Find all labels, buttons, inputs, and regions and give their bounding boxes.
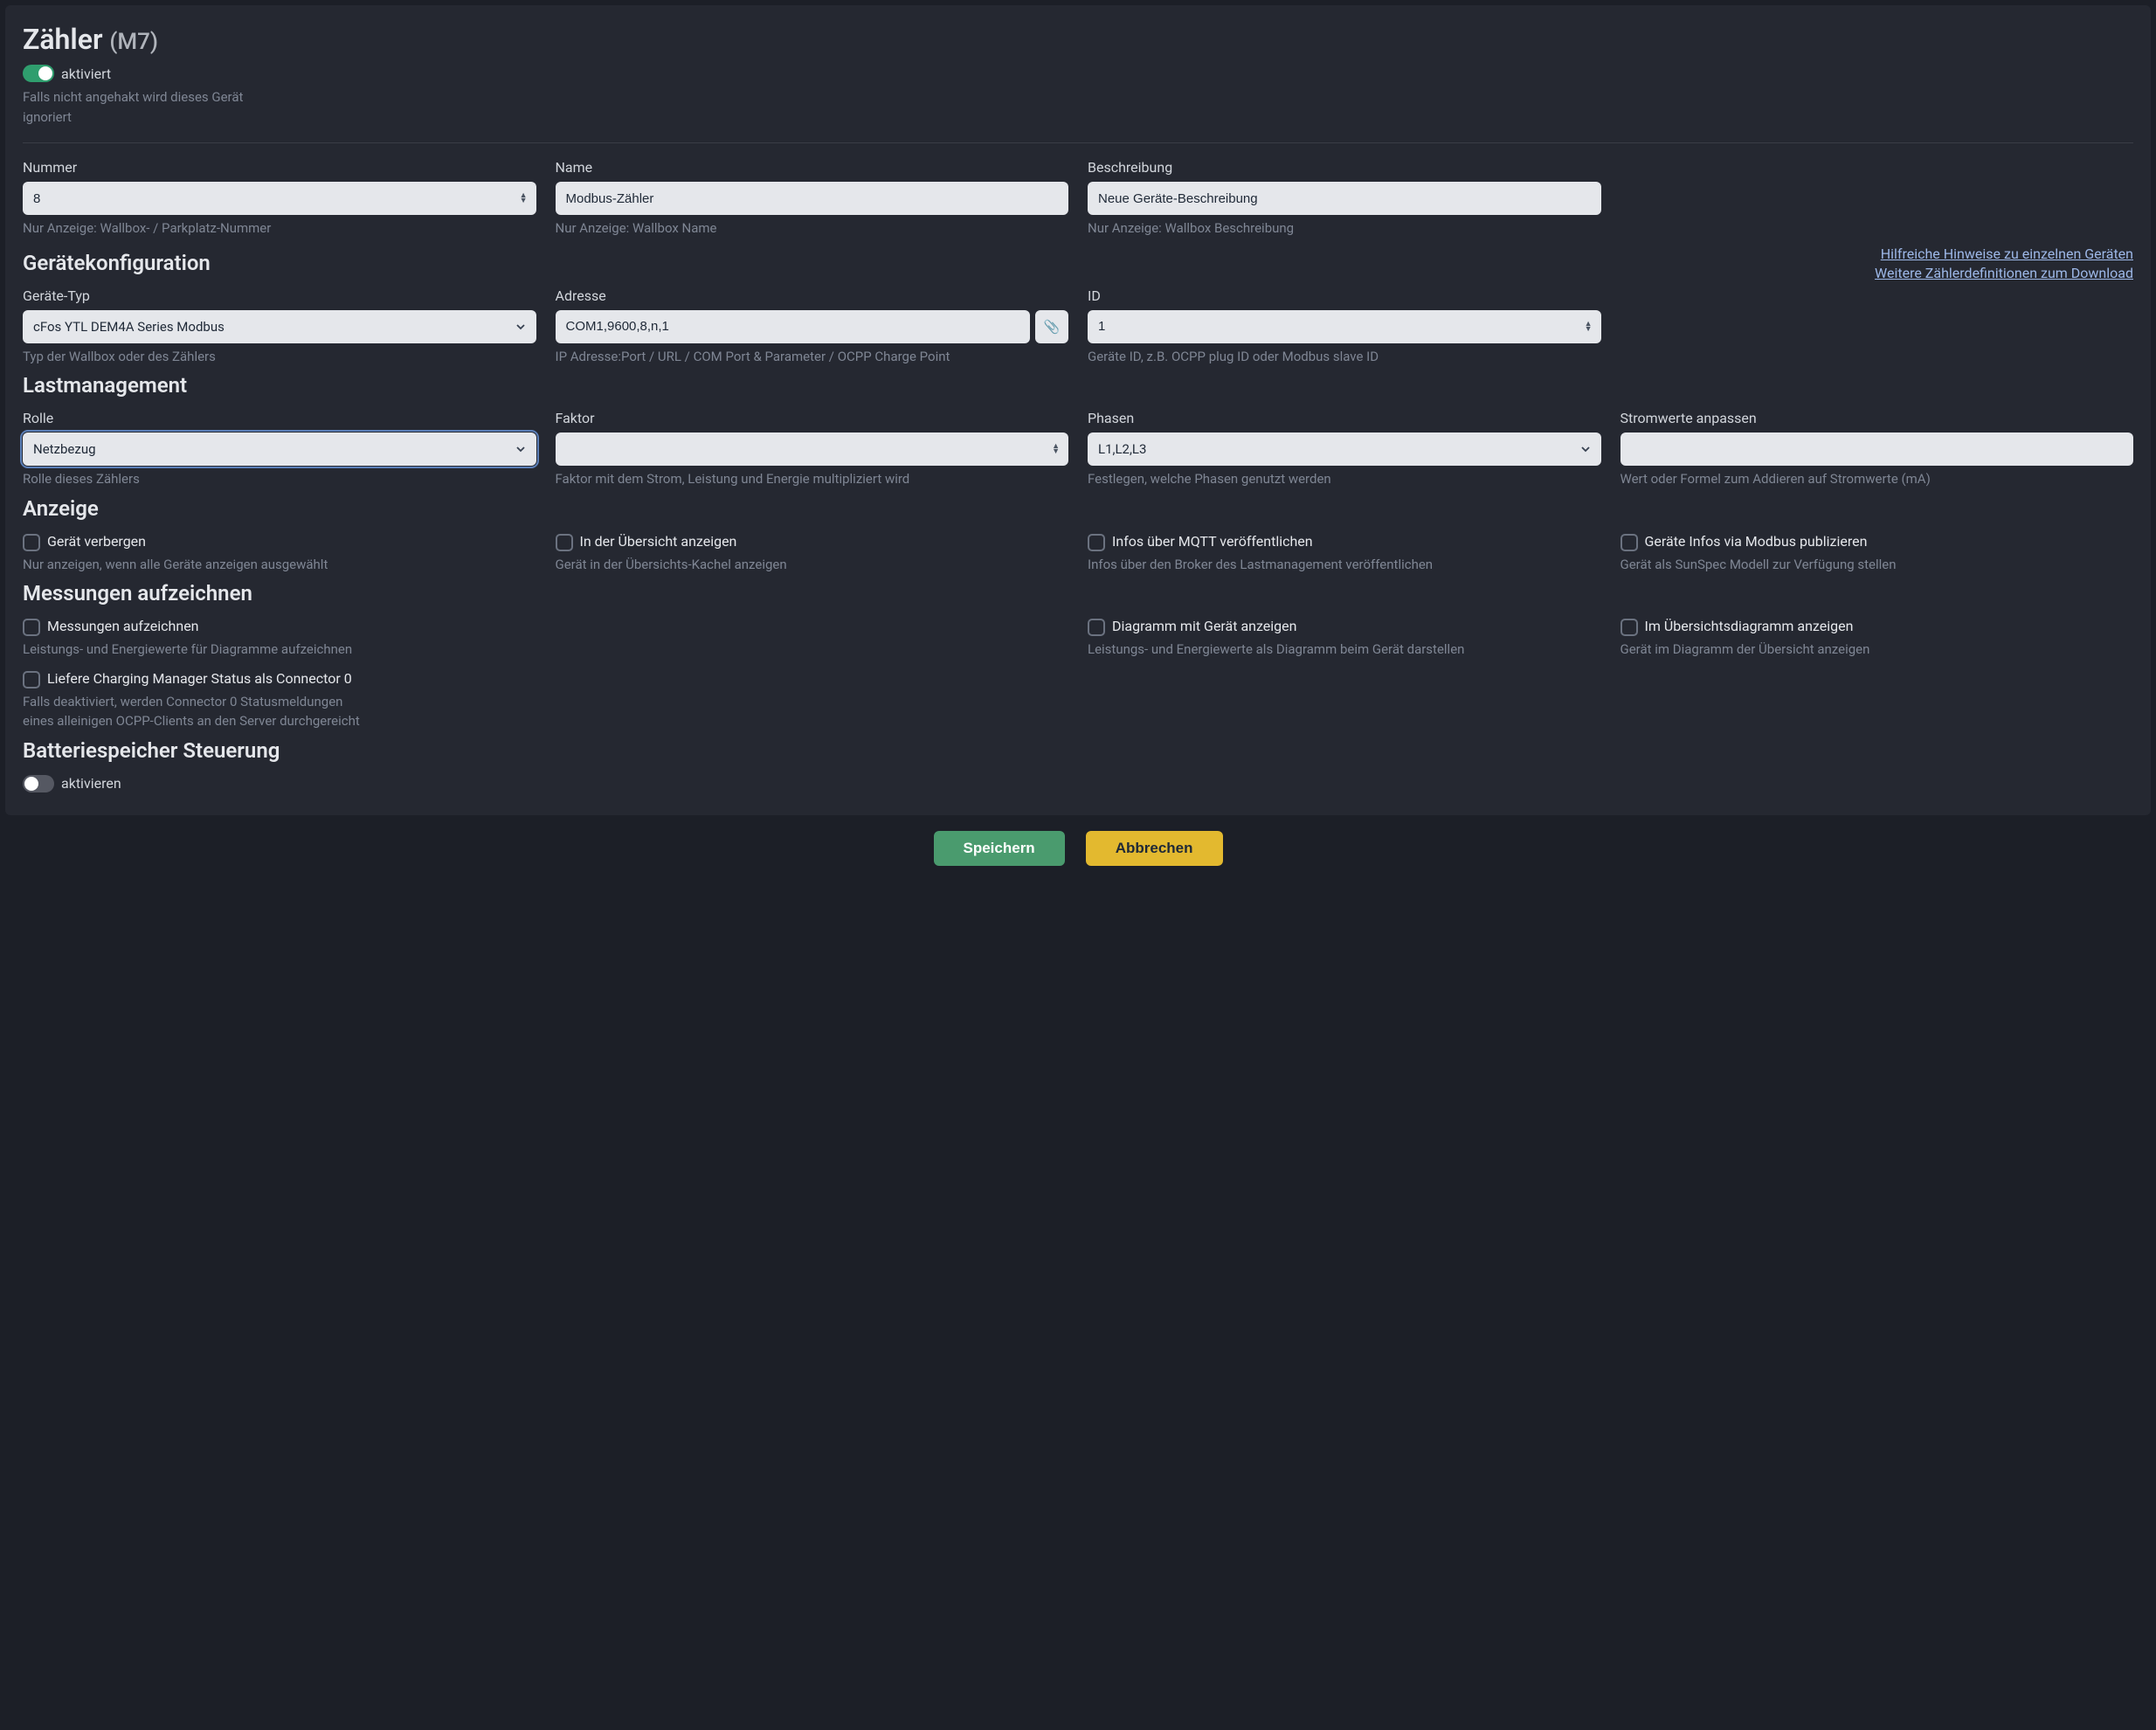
divider [23, 142, 2133, 143]
id-label: ID [1088, 287, 1601, 304]
show-overview-checkbox[interactable] [556, 534, 573, 551]
overview-diagram-help: Gerät im Diagramm der Übersicht anzeigen [1620, 640, 2134, 660]
name-input[interactable] [556, 182, 1069, 215]
record-checkbox[interactable] [23, 619, 40, 636]
device-settings-panel: Zähler (M7) aktiviert Falls nicht angeha… [5, 5, 2151, 815]
phases-value: L1,L2,L3 [1098, 441, 1146, 457]
diagram-checkbox[interactable] [1088, 619, 1105, 636]
footer-bar: Speichern Abbrechen [5, 815, 2151, 875]
mqtt-label: Infos über MQTT veröffentlichen [1112, 533, 1313, 550]
mqtt-help: Infos über den Broker des Lastmanagement… [1088, 555, 1601, 575]
display-heading: Anzeige [23, 496, 2133, 521]
name-help: Nur Anzeige: Wallbox Name [556, 218, 1069, 239]
address-label: Adresse [556, 287, 1069, 304]
battery-activate-label: aktivieren [61, 775, 121, 792]
title-text: Zähler [23, 23, 102, 56]
save-button[interactable]: Speichern [934, 831, 1065, 866]
load-heading: Lastmanagement [23, 373, 2133, 398]
enabled-label: aktiviert [61, 66, 111, 82]
battery-heading: Batteriespeicher Steuerung [23, 738, 2133, 763]
diagram-label: Diagramm mit Gerät anzeigen [1112, 618, 1296, 634]
address-input[interactable] [556, 310, 1031, 343]
config-heading: Gerätekonfiguration [23, 251, 211, 275]
record-heading: Messungen aufzeichnen [23, 581, 2133, 606]
diagram-help: Leistungs- und Energiewerte als Diagramm… [1088, 640, 1601, 660]
title-suffix: (M7) [109, 29, 158, 55]
show-overview-help: Gerät in der Übersichts-Kachel anzeigen [556, 555, 1069, 575]
chevron-down-icon [515, 444, 526, 454]
chevron-down-icon [1580, 444, 1591, 454]
devtype-select[interactable]: cFos YTL DEM4A Series Modbus [23, 310, 536, 343]
connector-checkbox[interactable] [23, 671, 40, 689]
role-select[interactable]: Netzbezug [23, 432, 536, 466]
address-help: IP Adresse:Port / URL / COM Port & Param… [556, 347, 1069, 367]
mqtt-checkbox[interactable] [1088, 534, 1105, 551]
adjust-input[interactable] [1620, 432, 2134, 466]
hide-device-help: Nur anzeigen, wenn alle Geräte anzeigen … [23, 555, 536, 575]
phases-select[interactable]: L1,L2,L3 [1088, 432, 1601, 466]
address-attach-button[interactable]: 📎 [1035, 310, 1068, 343]
devtype-value: cFos YTL DEM4A Series Modbus [33, 319, 225, 335]
modbus-publish-checkbox[interactable] [1620, 534, 1638, 551]
cancel-button[interactable]: Abbrechen [1086, 831, 1223, 866]
overview-diagram-checkbox[interactable] [1620, 619, 1638, 636]
paperclip-icon: 📎 [1044, 319, 1061, 335]
name-label: Name [556, 159, 1069, 176]
hide-device-label: Gerät verbergen [47, 533, 146, 550]
id-help: Geräte ID, z.B. OCPP plug ID oder Modbus… [1088, 347, 1601, 367]
role-label: Rolle [23, 410, 536, 426]
enabled-toggle[interactable] [23, 65, 54, 82]
record-help: Leistungs- und Energiewerte für Diagramm… [23, 640, 536, 660]
number-help: Nur Anzeige: Wallbox- / Parkplatz-Nummer [23, 218, 536, 239]
enabled-help: Falls nicht angehakt wird dieses Gerät i… [23, 87, 267, 127]
adjust-help: Wert oder Formel zum Addieren auf Stromw… [1620, 469, 2134, 489]
record-label: Messungen aufzeichnen [47, 618, 199, 634]
devtype-label: Geräte-Typ [23, 287, 536, 304]
help-link-definitions[interactable]: Weitere Zählerdefinitionen zum Download [1875, 265, 2133, 281]
devtype-help: Typ der Wallbox oder des Zählers [23, 347, 536, 367]
header-block: aktiviert Falls nicht angehakt wird dies… [23, 65, 267, 127]
role-value: Netzbezug [33, 441, 96, 457]
chevron-down-icon [515, 322, 526, 332]
phases-help: Festlegen, welche Phasen genutzt werden [1088, 469, 1601, 489]
modbus-publish-label: Geräte Infos via Modbus publizieren [1645, 533, 1868, 550]
number-label: Nummer [23, 159, 536, 176]
id-input[interactable] [1088, 310, 1601, 343]
hide-device-checkbox[interactable] [23, 534, 40, 551]
adjust-label: Stromwerte anpassen [1620, 410, 2134, 426]
description-input[interactable] [1088, 182, 1601, 215]
help-link-devices[interactable]: Hilfreiche Hinweise zu einzelnen Geräten [1875, 246, 2133, 262]
number-input[interactable] [23, 182, 536, 215]
phases-label: Phasen [1088, 410, 1601, 426]
factor-help: Faktor mit dem Strom, Leistung und Energ… [556, 469, 1069, 489]
page-title: Zähler (M7) [23, 23, 2133, 56]
connector-help: Falls deaktiviert, werden Connector 0 St… [23, 692, 372, 731]
factor-label: Faktor [556, 410, 1069, 426]
factor-input[interactable] [556, 432, 1069, 466]
battery-toggle[interactable] [23, 775, 54, 792]
overview-diagram-label: Im Übersichtsdiagramm anzeigen [1645, 618, 1854, 634]
role-help: Rolle dieses Zählers [23, 469, 536, 489]
modbus-publish-help: Gerät als SunSpec Modell zur Verfügung s… [1620, 555, 2134, 575]
description-help: Nur Anzeige: Wallbox Beschreibung [1088, 218, 1601, 239]
description-label: Beschreibung [1088, 159, 1601, 176]
show-overview-label: In der Übersicht anzeigen [580, 533, 737, 550]
connector-label: Liefere Charging Manager Status als Conn… [47, 670, 352, 687]
